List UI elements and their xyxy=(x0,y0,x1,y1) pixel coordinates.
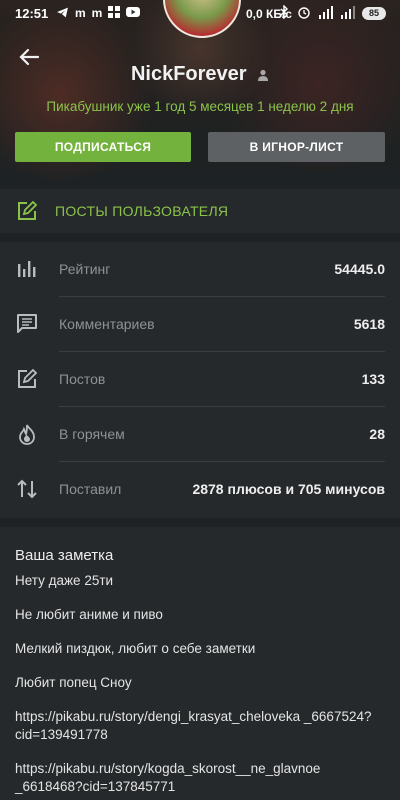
stat-label: Поставил xyxy=(59,481,122,497)
grid-icon xyxy=(108,6,121,18)
battery-indicator: 85 xyxy=(362,7,386,20)
note-link[interactable]: https://pikabu.ru/story/kogda_skorost__n… xyxy=(15,760,385,796)
stat-label: Комментариев xyxy=(59,316,155,332)
edit-icon xyxy=(18,368,38,388)
stat-row-votes: Поставил 2878 плюсов и 705 минусов xyxy=(0,462,400,517)
note-title: Ваша заметка xyxy=(15,547,114,564)
stat-label: В горячем xyxy=(59,426,125,442)
stat-row-rating: Рейтинг 54445.0 xyxy=(0,242,400,297)
note-line: Любит попец Сноу xyxy=(15,675,132,690)
user-posts-label: ПОСТЫ ПОЛЬЗОВАТЕЛЯ xyxy=(55,203,229,219)
user-note[interactable]: Ваша заметка Нету даже 25ти Не любит ани… xyxy=(0,527,400,800)
m-icon-2: m xyxy=(91,6,103,20)
ignore-list-button[interactable]: В ИГНОР-ЛИСТ xyxy=(208,132,385,162)
note-line: Не любит аниме и пиво xyxy=(15,607,163,622)
comment-icon xyxy=(17,314,37,333)
stats-list: Рейтинг 54445.0 Комментариев 5618 Постов… xyxy=(0,242,400,518)
user-posts-link[interactable]: ПОСТЫ ПОЛЬЗОВАТЕЛЯ xyxy=(0,189,400,233)
signal-icon-2 xyxy=(341,5,355,19)
edit-icon xyxy=(18,200,38,220)
status-time: 12:51 xyxy=(15,6,49,21)
subscribe-button[interactable]: ПОДПИСАТЬСЯ xyxy=(15,132,191,162)
bar-chart-icon xyxy=(18,261,36,277)
youtube-icon xyxy=(126,7,141,17)
stat-row-hot: В горячем 28 xyxy=(0,407,400,462)
username-row: NickForever xyxy=(0,63,400,86)
stat-row-posts: Постов 133 xyxy=(0,352,400,407)
status-bar: 12:51 m m 0,0 КБ/с 85 xyxy=(0,0,400,28)
stat-row-comments: Комментариев 5618 xyxy=(0,297,400,352)
stat-value: 133 xyxy=(361,371,385,387)
username: NickForever xyxy=(130,63,247,85)
flame-icon xyxy=(19,424,35,445)
alarm-icon xyxy=(298,7,310,19)
note-line: Нету даже 25ти xyxy=(15,573,114,588)
stat-value: 28 xyxy=(369,426,385,442)
stat-label: Рейтинг xyxy=(59,261,111,277)
bluetooth-icon xyxy=(280,5,288,19)
signal-icon xyxy=(319,5,333,19)
telegram-icon xyxy=(57,7,68,18)
stat-value: 5618 xyxy=(353,316,385,332)
tenure-text: Пикабушник уже 1 год 5 месяцев 1 неделю … xyxy=(46,99,354,114)
notification-icons: m m xyxy=(56,6,141,20)
stat-value: 2878 плюсов и 705 минусов xyxy=(192,481,385,497)
stat-value: 54445.0 xyxy=(334,261,385,277)
swap-vertical-icon xyxy=(17,479,37,499)
note-line: Мелкий пиздюк, любит о себе заметки xyxy=(15,641,256,656)
stat-label: Постов xyxy=(59,371,106,387)
note-link[interactable]: https://pikabu.ru/story/dengi_krasyat_ch… xyxy=(15,708,385,744)
m-icon: m xyxy=(75,6,86,20)
person-icon xyxy=(258,69,269,81)
